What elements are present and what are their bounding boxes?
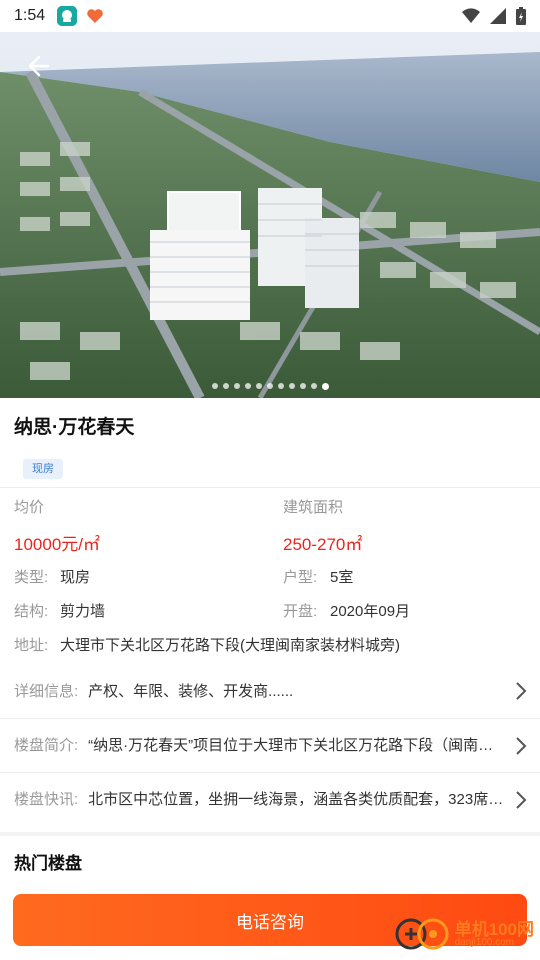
back-arrow-icon xyxy=(28,55,50,77)
carousel-dot xyxy=(266,383,273,389)
watermark-sub: danji100.com xyxy=(454,936,515,948)
signal-icon xyxy=(490,8,506,24)
watermark-logo-icon xyxy=(395,918,449,950)
opening-value: 2020年09月 xyxy=(330,603,411,620)
wifi-icon xyxy=(462,8,480,23)
status-time: 1:54 xyxy=(14,7,46,24)
row-label: 详细信息: xyxy=(14,682,79,700)
section-divider xyxy=(0,832,540,836)
property-hero-carousel[interactable] xyxy=(0,32,540,398)
chevron-right-icon xyxy=(516,682,527,700)
row-text: 产权、年限、装修、开发商...... xyxy=(88,682,294,700)
layout-label: 户型: xyxy=(283,569,318,586)
carousel-dot xyxy=(310,383,317,389)
area-value: 250-270㎡ xyxy=(283,535,363,554)
address-label: 地址: xyxy=(14,637,49,654)
row-intro[interactable]: 楼盘简介: “纳思·万花春天”项目位于大理市下关北区万花路下段（闽南家装材料城旁… xyxy=(0,718,540,770)
carousel-dot xyxy=(288,383,295,389)
property-title: 纳思·万花春天 xyxy=(14,417,135,438)
back-button[interactable] xyxy=(18,48,54,84)
avg-price-value: 10000元/㎡ xyxy=(14,535,100,554)
chevron-right-icon xyxy=(516,737,527,755)
carousel-dot xyxy=(211,383,218,389)
carousel-dot xyxy=(233,383,240,389)
row-detail-info[interactable]: 详细信息: 产权、年限、装修、开发商...... xyxy=(0,664,540,716)
row-label: 楼盘快讯: xyxy=(14,791,79,808)
carousel-dot xyxy=(255,383,262,389)
avg-price-label: 均价 xyxy=(14,499,45,516)
row-label: 楼盘简介: xyxy=(14,737,79,754)
carousel-dot xyxy=(244,383,251,389)
watermark-title: 单机100网 xyxy=(454,919,534,939)
status-tag: 现房 xyxy=(23,459,63,479)
chevron-right-icon xyxy=(516,791,527,809)
structure-value: 剪力墙 xyxy=(60,603,106,620)
structure-label: 结构: xyxy=(14,603,49,620)
carousel-dot xyxy=(321,383,329,390)
status-indicators xyxy=(462,7,526,25)
heart-notification-icon xyxy=(85,6,105,26)
address-value: 大理市下关北区万花路下段(大理闽南家装材料城旁) xyxy=(60,637,400,654)
status-bar: 1:54 xyxy=(0,0,540,32)
carousel-indicator xyxy=(0,383,540,390)
opening-label: 开盘: xyxy=(283,603,318,620)
row-news[interactable]: 楼盘快讯: 北市区中芯位置，坐拥一线海景，涵盖各类优质配套，323席臻品海景住宅 xyxy=(0,772,540,824)
type-label: 类型: xyxy=(14,569,49,586)
hot-properties-title: 热门楼盘 xyxy=(14,854,82,873)
type-value: 现房 xyxy=(60,569,91,586)
site-watermark: 单机100网 danji100.com xyxy=(393,914,534,954)
carousel-dot xyxy=(299,383,306,389)
area-label: 建筑面积 xyxy=(283,499,344,516)
carousel-dot xyxy=(222,383,229,389)
row-text: “纳思·万花春天”项目位于大理市下关北区万花路下段（闽南家装材料城旁） xyxy=(88,737,507,754)
divider xyxy=(0,487,540,488)
battery-icon xyxy=(516,7,526,25)
layout-value: 5室 xyxy=(330,569,354,586)
row-text: 北市区中芯位置，坐拥一线海景，涵盖各类优质配套，323席臻品海景住宅 xyxy=(88,791,506,808)
app-notification-icon xyxy=(57,6,78,26)
property-aerial-image xyxy=(0,32,540,398)
carousel-dot xyxy=(277,383,284,389)
